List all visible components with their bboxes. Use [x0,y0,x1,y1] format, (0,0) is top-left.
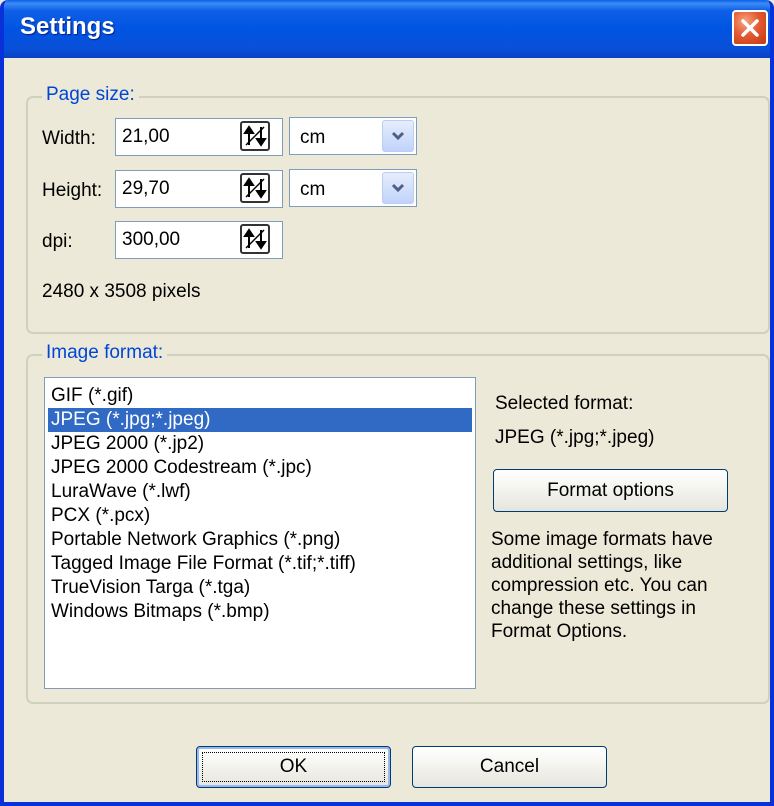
list-item[interactable]: JPEG 2000 (*.jp2) [48,432,472,456]
format-description: Some image formats have additional setti… [491,529,713,642]
list-item[interactable]: Tagged Image File Format (*.tif;*.tiff) [48,552,472,576]
selected-format-value: JPEG (*.jpg;*.jpeg) [495,427,655,448]
list-item[interactable]: JPEG 2000 Codestream (*.jpc) [48,456,472,480]
close-button[interactable] [732,10,768,46]
spin-arrows-icon [243,228,267,250]
pixel-dimensions: 2480 x 3508 pixels [42,281,201,302]
cancel-button[interactable]: Cancel [412,746,607,788]
list-item[interactable]: JPEG (*.jpg;*.jpeg) [48,408,472,432]
height-unit-value: cm [300,179,326,200]
ok-button[interactable]: OK [196,746,391,788]
dpi-spin-button[interactable] [240,224,270,254]
format-options-button[interactable]: Format options [493,469,728,512]
focus-outline [202,752,385,782]
page-size-legend: Page size: [42,84,139,106]
window-title: Settings [20,13,115,40]
format-listbox[interactable]: GIF (*.gif) JPEG (*.jpg;*.jpeg) JPEG 2000 … [44,377,476,689]
settings-dialog: Settings Page size: Width: cm Height: [0,0,774,806]
selected-format-label: Selected format: [495,393,634,414]
spin-arrows-icon [243,177,267,199]
width-unit-select[interactable]: cm [289,117,417,155]
width-label: Width: [42,128,96,149]
chevron-down-icon [382,172,414,204]
width-spin-button[interactable] [240,121,270,151]
list-item[interactable]: LuraWave (*.lwf) [48,480,472,504]
chevron-down-icon [382,120,414,152]
spin-arrows-icon [243,125,267,147]
list-item[interactable]: PCX (*.pcx) [48,504,472,528]
width-unit-value: cm [300,127,326,148]
list-item[interactable]: Portable Network Graphics (*.png) [48,528,472,552]
dpi-label: dpi: [42,231,73,252]
list-item[interactable]: Windows Bitmaps (*.bmp) [48,600,472,624]
height-spin-button[interactable] [240,173,270,203]
image-format-legend: Image format: [42,342,168,364]
height-unit-select[interactable]: cm [289,169,417,207]
title-bar: Settings [4,0,770,58]
list-item[interactable]: TrueVision Targa (*.tga) [48,576,472,600]
close-icon [741,19,759,37]
height-label: Height: [42,180,103,201]
list-item[interactable]: GIF (*.gif) [48,384,472,408]
